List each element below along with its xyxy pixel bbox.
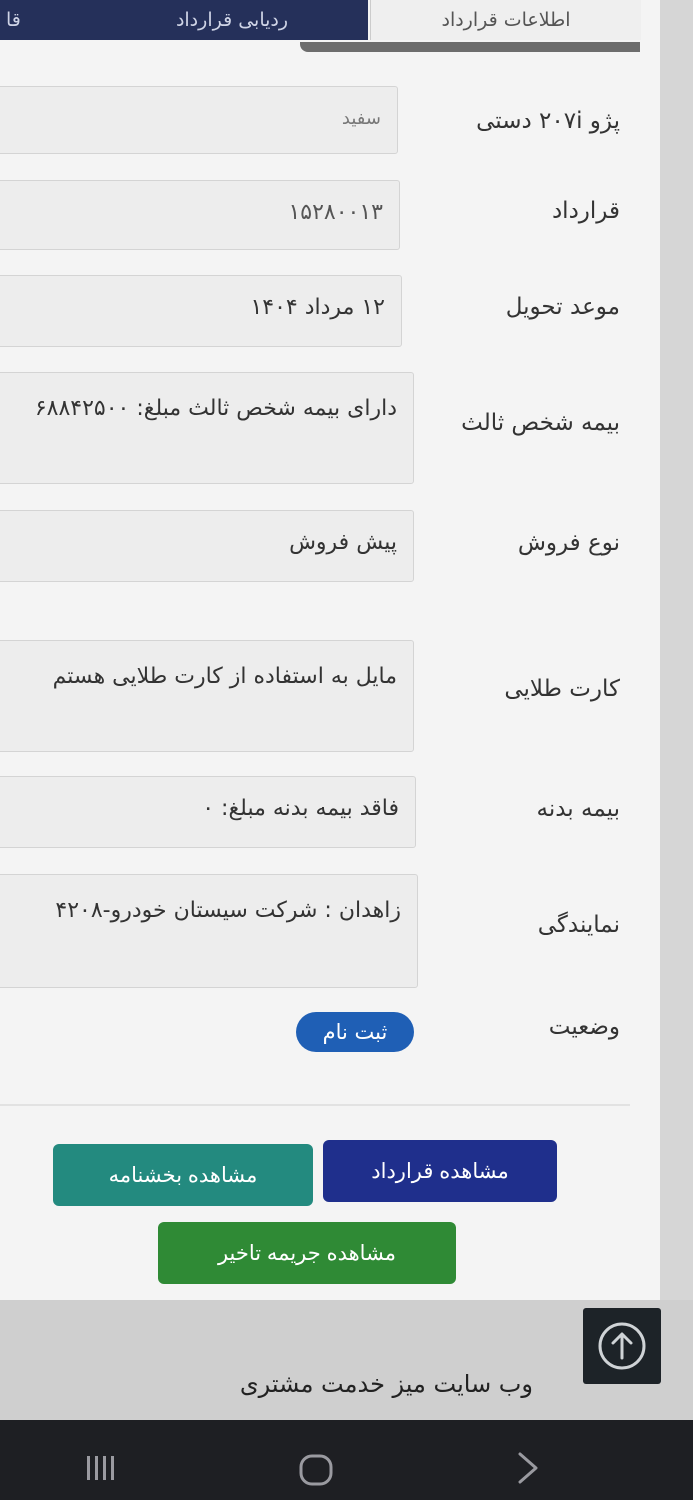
back-chevron-icon[interactable]	[512, 1450, 542, 1486]
sale-type-field: پیش فروش	[0, 510, 414, 582]
app-screen: اطلاعات قرارداد ردیابی قرارداد قا پژو ۲۰…	[0, 0, 660, 1300]
sale-type-label: نوع فروش	[517, 530, 620, 556]
dealership-field: زاهدان : شرکت سیستان خودرو-۴۲۰۸	[0, 874, 418, 988]
status-label: وضعیت	[548, 1014, 620, 1040]
contract-number-field: ۱۵۲۸۰۰۱۳	[0, 180, 400, 250]
scroll-top-button[interactable]	[583, 1308, 661, 1384]
car-color-field: سفید	[0, 86, 398, 154]
tab-other[interactable]: قا	[0, 0, 100, 40]
body-insurance-field: فاقد بیمه بدنه مبلغ: ۰	[0, 776, 416, 848]
golden-card-label: کارت طلایی	[504, 676, 620, 702]
footer-title: وب سایت میز خدمت مشتری	[239, 1370, 533, 1398]
body-insurance-label: بیمه بدنه	[536, 796, 621, 822]
view-circular-button[interactable]: مشاهده بخشنامه	[53, 1144, 313, 1206]
view-penalty-button[interactable]: مشاهده جریمه تاخیر	[158, 1222, 456, 1284]
view-contract-button[interactable]: مشاهده قرارداد	[323, 1140, 557, 1202]
status-badge: ثبت نام	[296, 1012, 414, 1052]
delivery-date-label: موعد تحویل	[505, 294, 620, 320]
tab-contract-info[interactable]: اطلاعات قرارداد	[370, 0, 641, 40]
delivery-date-field: ۱۲ مرداد ۱۴۰۴	[0, 275, 402, 347]
car-model-label: پژو ۲۰۷i دستی	[476, 108, 620, 134]
tab-bar: اطلاعات قرارداد ردیابی قرارداد قا	[0, 0, 641, 42]
active-tab-indicator	[300, 42, 640, 52]
screen-edge	[660, 0, 693, 1300]
section-divider	[0, 1104, 630, 1106]
contract-label: قرارداد	[551, 198, 620, 224]
third-party-insurance-field: دارای بیمه شخص ثالث مبلغ: ۶۸۸۴۲۵۰۰	[0, 372, 414, 484]
recent-apps-icon[interactable]	[84, 1450, 120, 1486]
third-party-insurance-label: بیمه شخص ثالث	[461, 410, 620, 436]
tab-contract-tracking[interactable]: ردیابی قرارداد	[96, 0, 368, 40]
arrow-up-circle-icon	[598, 1322, 646, 1370]
dealership-label: نمایندگی	[537, 912, 620, 938]
golden-card-field: مایل به استفاده از کارت طلایی هستم	[0, 640, 414, 752]
home-icon[interactable]	[296, 1450, 336, 1490]
